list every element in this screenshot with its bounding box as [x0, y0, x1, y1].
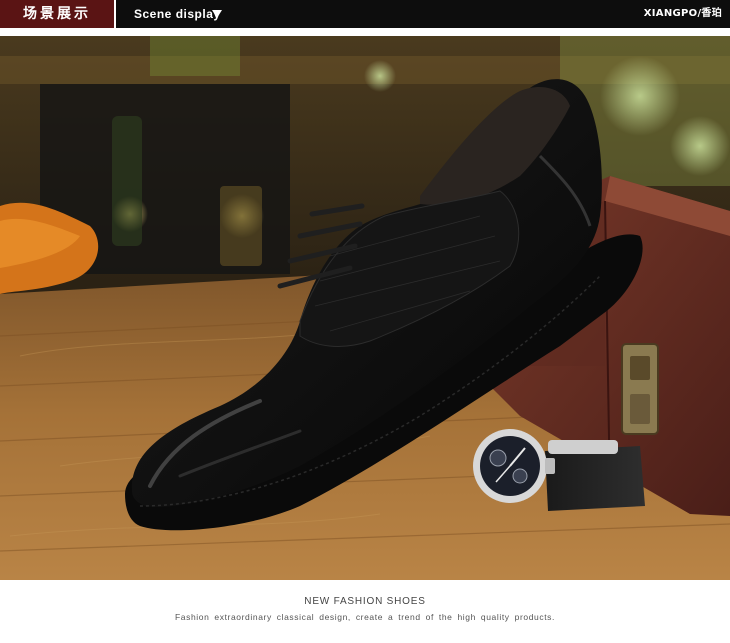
section-tab: 场景展示	[0, 0, 116, 28]
section-subtitle: Scene display	[134, 7, 221, 21]
caption-title: NEW FASHION SHOES	[304, 596, 426, 607]
caption-text: Fashion extraordinary classical design, …	[175, 612, 555, 622]
header-bar: 场景展示 Scene display XIANGPO/香珀	[0, 0, 730, 28]
brand-label: XIANGPO/香珀	[643, 8, 722, 19]
product-photo	[0, 36, 730, 580]
shoe-scene-illustration	[0, 36, 730, 580]
triangle-down-icon	[212, 10, 222, 18]
